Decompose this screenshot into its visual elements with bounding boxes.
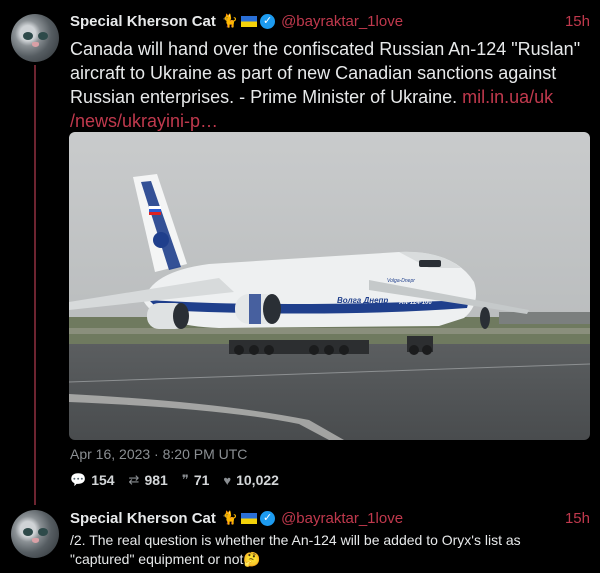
avatar-eye-right <box>38 528 48 536</box>
like-stat[interactable]: ♥ 10,022 <box>223 472 279 488</box>
author-name[interactable]: Special Kherson Cat <box>70 510 216 527</box>
like-count: 10,022 <box>236 472 279 488</box>
tweet-main[interactable]: Special Kherson Cat 🐈 ✓ @bayraktar_1love… <box>0 0 600 505</box>
fuselage-brand-text: Волга Днепр <box>337 296 388 305</box>
nose-brand-text: Volga-Dnepr <box>387 278 415 284</box>
tweet-date[interactable]: Apr 16, 2023 · 8:20 PM UTC <box>70 446 247 462</box>
retweet-stat[interactable]: ⇄ 981 <box>129 472 168 488</box>
quote-icon: ❞ <box>181 472 189 487</box>
ukraine-flag-icon <box>241 512 258 524</box>
quote-stat[interactable]: ❞ 71 <box>182 472 210 488</box>
tweet-time[interactable]: 15h <box>565 13 590 30</box>
comment-icon: 💬 <box>70 472 87 487</box>
verified-icon: ✓ <box>260 13 276 29</box>
verified-icon: ✓ <box>260 510 276 526</box>
name-badges: 🐈 ✓ <box>221 510 276 526</box>
retweet-icon: ⇄ <box>128 472 140 487</box>
author-handle[interactable]: @bayraktar_1love <box>281 510 403 527</box>
ukraine-flag-icon <box>241 15 258 27</box>
tweet-reply[interactable]: Special Kherson Cat 🐈 ✓ @bayraktar_1love… <box>0 500 600 573</box>
avatar-eye-right <box>38 32 48 40</box>
retweet-count: 981 <box>144 472 168 488</box>
cat-emoji-icon: 🐈 <box>221 510 239 525</box>
cat-emoji-icon: 🐈 <box>221 13 239 28</box>
name-badges: 🐈 ✓ <box>221 13 276 29</box>
avatar-eye-left <box>23 528 33 536</box>
author-name[interactable]: Special Kherson Cat <box>70 13 216 30</box>
avatar-nose <box>32 538 39 543</box>
heart-icon: ♥ <box>223 472 232 488</box>
tweet-time[interactable]: 15h <box>565 510 590 527</box>
avatar[interactable] <box>11 14 59 62</box>
quote-count: 71 <box>193 472 210 488</box>
tweet-text: /2. The real question is whether the An-… <box>70 532 521 567</box>
thread-line <box>34 65 36 505</box>
avatar-eye-left <box>23 32 33 40</box>
tweet-image[interactable]: Волга Днепр Volga-Dnepr AN-124-100 <box>69 132 590 440</box>
tweet-text: Canada will hand over the confiscated Ru… <box>70 37 590 133</box>
avatar-nose <box>32 42 39 47</box>
model-label-text: AN-124-100 <box>399 300 432 306</box>
avatar[interactable] <box>11 510 59 558</box>
tweet-header: Special Kherson Cat 🐈 ✓ @bayraktar_1love… <box>70 508 590 528</box>
reply-count: 154 <box>91 472 115 488</box>
tweet-header: Special Kherson Cat 🐈 ✓ @bayraktar_1love… <box>70 11 590 31</box>
an124-photo: Волга Днепр Volga-Dnepr AN-124-100 <box>69 132 590 440</box>
reply-stat[interactable]: 💬 154 <box>70 472 115 488</box>
tweet-stats: 💬 154 ⇄ 981 ❞ 71 ♥ 10,022 <box>70 472 279 488</box>
author-handle[interactable]: @bayraktar_1love <box>281 13 403 30</box>
